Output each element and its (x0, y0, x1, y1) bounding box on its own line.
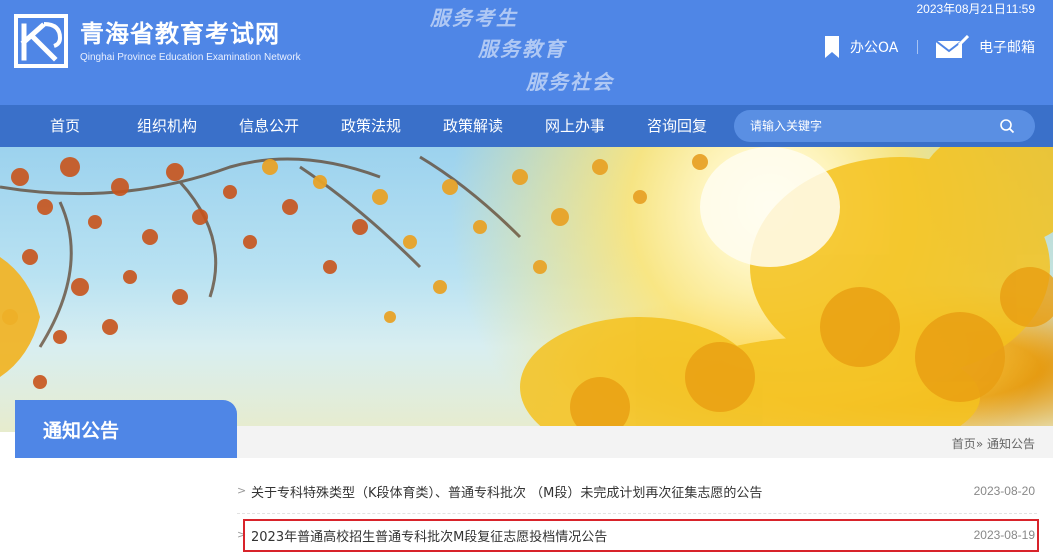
nav-item-consultation[interactable]: 咨询回复 (647, 105, 707, 147)
link-divider (917, 40, 918, 54)
site-header: 青海省教育考试网 Qinghai Province Education Exam… (0, 0, 1053, 105)
search-input[interactable] (750, 110, 990, 142)
mail-icon (935, 35, 969, 59)
news-date: 2023-08-20 (973, 484, 1035, 498)
autumn-leaves-illustration (0, 147, 1053, 432)
oa-link-label: 办公OA (850, 40, 899, 56)
breadcrumb-bar (237, 426, 1053, 458)
bookmark-icon (824, 35, 840, 59)
highlight-box (243, 519, 1039, 552)
search-icon[interactable] (999, 118, 1015, 134)
mail-link[interactable]: 电子邮箱 (935, 34, 1035, 60)
site-subtitle: Qinghai Province Education Examination N… (80, 52, 301, 63)
slogan-2: 服务教育 (478, 37, 566, 61)
breadcrumb-separator: » (975, 437, 984, 451)
current-datetime: 2023年08月21日11:59 (916, 2, 1035, 16)
mail-link-label: 电子邮箱 (979, 40, 1035, 56)
section-title: 通知公告 (15, 400, 237, 458)
breadcrumb-home-link[interactable]: 首页 (952, 437, 976, 451)
slogan-3: 服务社会 (526, 70, 614, 94)
slogan-1: 服务考生 (430, 6, 518, 30)
nav-item-online-services[interactable]: 网上办事 (545, 105, 605, 147)
nav-item-policy-interpretation[interactable]: 政策解读 (443, 105, 503, 147)
nav-item-info-disclosure[interactable]: 信息公开 (239, 105, 299, 147)
list-bullet: > (237, 484, 247, 497)
news-title-link[interactable]: 关于专科特殊类型（K段体育类）、普通专科批次 （M段）未完成计划再次征集志愿的公… (251, 482, 762, 501)
nav-item-home[interactable]: 首页 (50, 105, 80, 147)
exam-logo-icon[interactable] (14, 14, 68, 68)
search-box (734, 110, 1035, 142)
breadcrumb: 首页» 通知公告 (952, 435, 1035, 452)
nav-item-policies[interactable]: 政策法规 (341, 105, 401, 147)
list-item: > 关于专科特殊类型（K段体育类）、普通专科批次 （M段）未完成计划再次征集志愿… (237, 470, 1037, 514)
banner-image (0, 147, 1053, 432)
site-title[interactable]: 青海省教育考试网 (80, 14, 280, 49)
breadcrumb-current[interactable]: 通知公告 (987, 437, 1035, 451)
oa-link[interactable]: 办公OA (824, 34, 898, 60)
nav-item-organization[interactable]: 组织机构 (137, 105, 197, 147)
